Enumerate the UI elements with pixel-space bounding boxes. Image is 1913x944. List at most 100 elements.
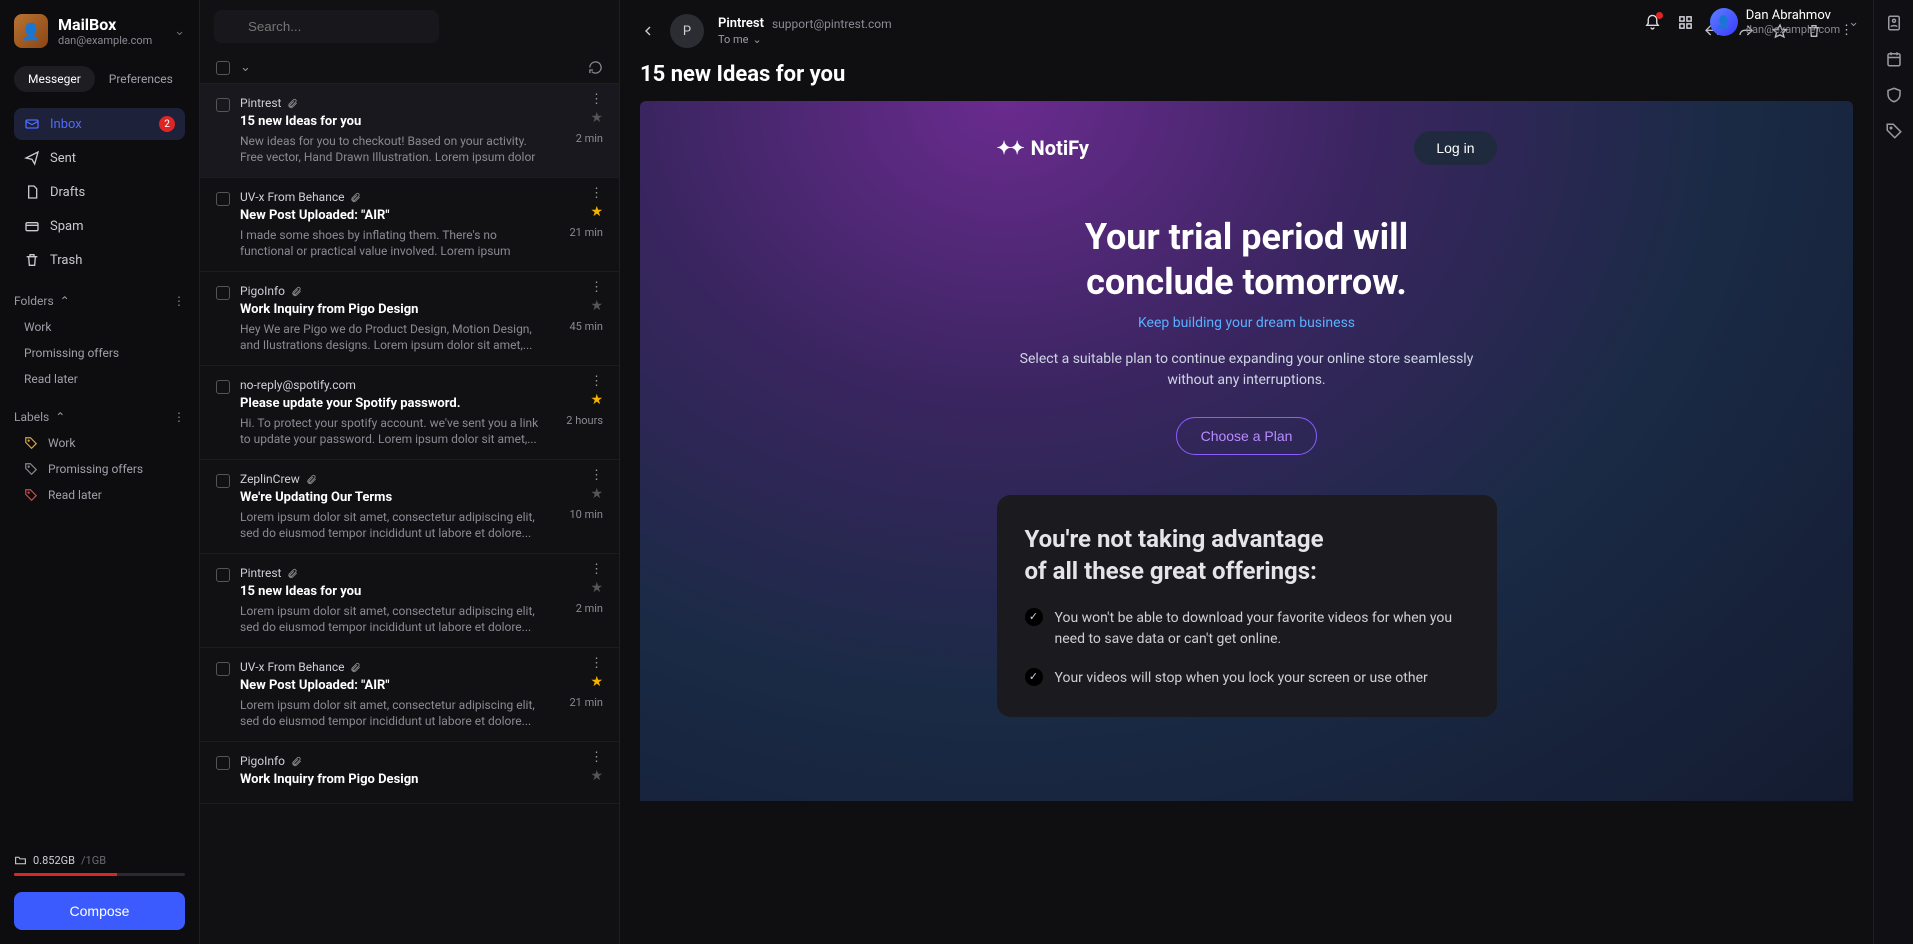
folder-item[interactable]: Read later: [14, 366, 185, 392]
message-checkbox[interactable]: [216, 98, 230, 112]
message-row[interactable]: UV-x From Behance New Post Uploaded: "AI…: [200, 648, 619, 742]
star-icon[interactable]: ★: [590, 486, 603, 502]
chevron-up-icon: ⌃: [55, 410, 65, 424]
nav-sent[interactable]: Sent: [14, 142, 185, 174]
message-checkbox[interactable]: [216, 380, 230, 394]
check-icon: ✓: [1025, 668, 1043, 686]
labels-more-icon[interactable]: ⋮: [173, 410, 185, 424]
message-preview: I made some shoes by inflating them. The…: [240, 227, 547, 259]
calendar-icon[interactable]: [1885, 50, 1903, 68]
nav-sent-label: Sent: [50, 151, 76, 166]
star-icon[interactable]: ★: [590, 110, 603, 126]
message-more-icon[interactable]: ⋮: [590, 660, 603, 668]
search-input[interactable]: [214, 10, 439, 43]
attachment-icon: [350, 662, 361, 673]
labels-header[interactable]: Labels ⌃ ⋮: [14, 410, 185, 424]
star-icon[interactable]: ★: [590, 392, 603, 408]
folders-more-icon[interactable]: ⋮: [173, 294, 185, 308]
message-more-icon[interactable]: ⋮: [590, 284, 603, 292]
star-icon[interactable]: ★: [590, 768, 603, 784]
message-from: PigoInfo: [240, 284, 547, 298]
notifications-icon[interactable]: [1644, 14, 1661, 31]
choose-plan-button[interactable]: Choose a Plan: [1176, 417, 1318, 455]
message-checkbox[interactable]: [216, 756, 230, 770]
tab-messenger[interactable]: Messeger: [14, 66, 95, 92]
storage-total: 1GB: [86, 854, 107, 867]
label-item[interactable]: Promissing offers: [14, 456, 185, 482]
star-icon[interactable]: ★: [590, 580, 603, 596]
chevron-down-icon: ⌄: [753, 33, 762, 46]
message-subject: 15 new Ideas for you: [240, 584, 547, 599]
trash-icon: [24, 252, 40, 268]
storage-fill: [14, 873, 117, 876]
folder-item[interactable]: Promissing offers: [14, 340, 185, 366]
apps-icon[interactable]: [1677, 14, 1694, 31]
label-item[interactable]: Read later: [14, 482, 185, 508]
nav-drafts[interactable]: Drafts: [14, 176, 185, 208]
back-icon[interactable]: [640, 23, 656, 39]
message-more-icon[interactable]: ⋮: [590, 190, 603, 198]
message-row[interactable]: Pintrest 15 new Ideas for you New ideas …: [200, 84, 619, 178]
tag-icon[interactable]: [1885, 122, 1903, 140]
message-row[interactable]: PigoInfo Work Inquiry from Pigo Design ⋮…: [200, 742, 619, 804]
message-row[interactable]: ZeplinCrew We're Updating Our Terms Lore…: [200, 460, 619, 554]
login-button[interactable]: Log in: [1414, 131, 1496, 165]
message-more-icon[interactable]: ⋮: [590, 472, 603, 480]
message-checkbox[interactable]: [216, 192, 230, 206]
shield-icon[interactable]: [1885, 86, 1903, 104]
tab-preferences[interactable]: Preferences: [95, 66, 187, 92]
attachment-icon: [306, 474, 317, 485]
message-row[interactable]: UV-x From Behance New Post Uploaded: "AI…: [200, 178, 619, 272]
chevron-down-icon[interactable]: ⌄: [174, 24, 185, 39]
label-item[interactable]: Work: [14, 430, 185, 456]
compose-button[interactable]: Compose: [14, 892, 185, 930]
star-icon[interactable]: ★: [590, 674, 603, 690]
chevron-down-icon[interactable]: ⌄: [240, 60, 251, 75]
contact-icon[interactable]: [1885, 14, 1903, 32]
logo-mark-icon: ✦✦: [997, 138, 1023, 159]
message-body: ✦✦ NotiFy Log in Your trial period will …: [640, 101, 1853, 924]
message-time: 2 min: [576, 132, 603, 145]
message-more-icon[interactable]: ⋮: [590, 754, 603, 762]
message-checkbox[interactable]: [216, 662, 230, 676]
nav-trash[interactable]: Trash: [14, 244, 185, 276]
message-checkbox[interactable]: [216, 568, 230, 582]
message-row[interactable]: PigoInfo Work Inquiry from Pigo Design H…: [200, 272, 619, 366]
email-headline: Your trial period will conclude tomorrow…: [997, 215, 1497, 305]
brand-block[interactable]: 👤 MailBox dan@example.com ⌄: [14, 14, 185, 48]
refresh-icon[interactable]: [588, 60, 603, 75]
folder-icon: [14, 854, 27, 867]
message-subject: Please update your Spotify password.: [240, 396, 547, 411]
message-row[interactable]: Pintrest 15 new Ideas for you Lorem ipsu…: [200, 554, 619, 648]
message-row[interactable]: no-reply@spotify.com Please update your …: [200, 366, 619, 460]
message-more-icon[interactable]: ⋮: [590, 96, 603, 104]
labels-list: Work Promissing offers Read later: [14, 430, 185, 508]
attachment-icon: [287, 568, 298, 579]
user-menu[interactable]: 👤 Dan Abrahmov dan@example.com ⌄: [1710, 8, 1859, 36]
message-more-icon[interactable]: ⋮: [590, 378, 603, 386]
email-logo: ✦✦ NotiFy: [997, 136, 1089, 160]
message-time: 21 min: [570, 226, 604, 239]
tag-icon: [24, 488, 38, 502]
select-all-checkbox[interactable]: [216, 61, 230, 75]
message-preview: Hi. To protect your spotify account. we'…: [240, 415, 547, 447]
file-icon: [24, 184, 40, 200]
message-from: Pintrest: [240, 566, 547, 580]
folders-header[interactable]: Folders ⌃ ⋮: [14, 294, 185, 308]
nav-inbox[interactable]: Inbox 2: [14, 108, 185, 140]
message-more-icon[interactable]: ⋮: [590, 566, 603, 574]
recipient-line[interactable]: To me ⌄: [718, 33, 892, 46]
star-icon[interactable]: ★: [590, 298, 603, 314]
attachment-icon: [291, 756, 302, 767]
message-checkbox[interactable]: [216, 474, 230, 488]
folder-item[interactable]: Work: [14, 314, 185, 340]
message-from: PigoInfo: [240, 754, 547, 768]
nav-spam[interactable]: Spam: [14, 210, 185, 242]
star-icon[interactable]: ★: [590, 204, 603, 220]
spam-icon: [24, 218, 40, 234]
message-subject: New Post Uploaded: "AIR": [240, 678, 547, 693]
label-name: Promissing offers: [48, 462, 143, 476]
message-from: ZeplinCrew: [240, 472, 547, 486]
email-sublink[interactable]: Keep building your dream business: [997, 315, 1497, 331]
message-checkbox[interactable]: [216, 286, 230, 300]
